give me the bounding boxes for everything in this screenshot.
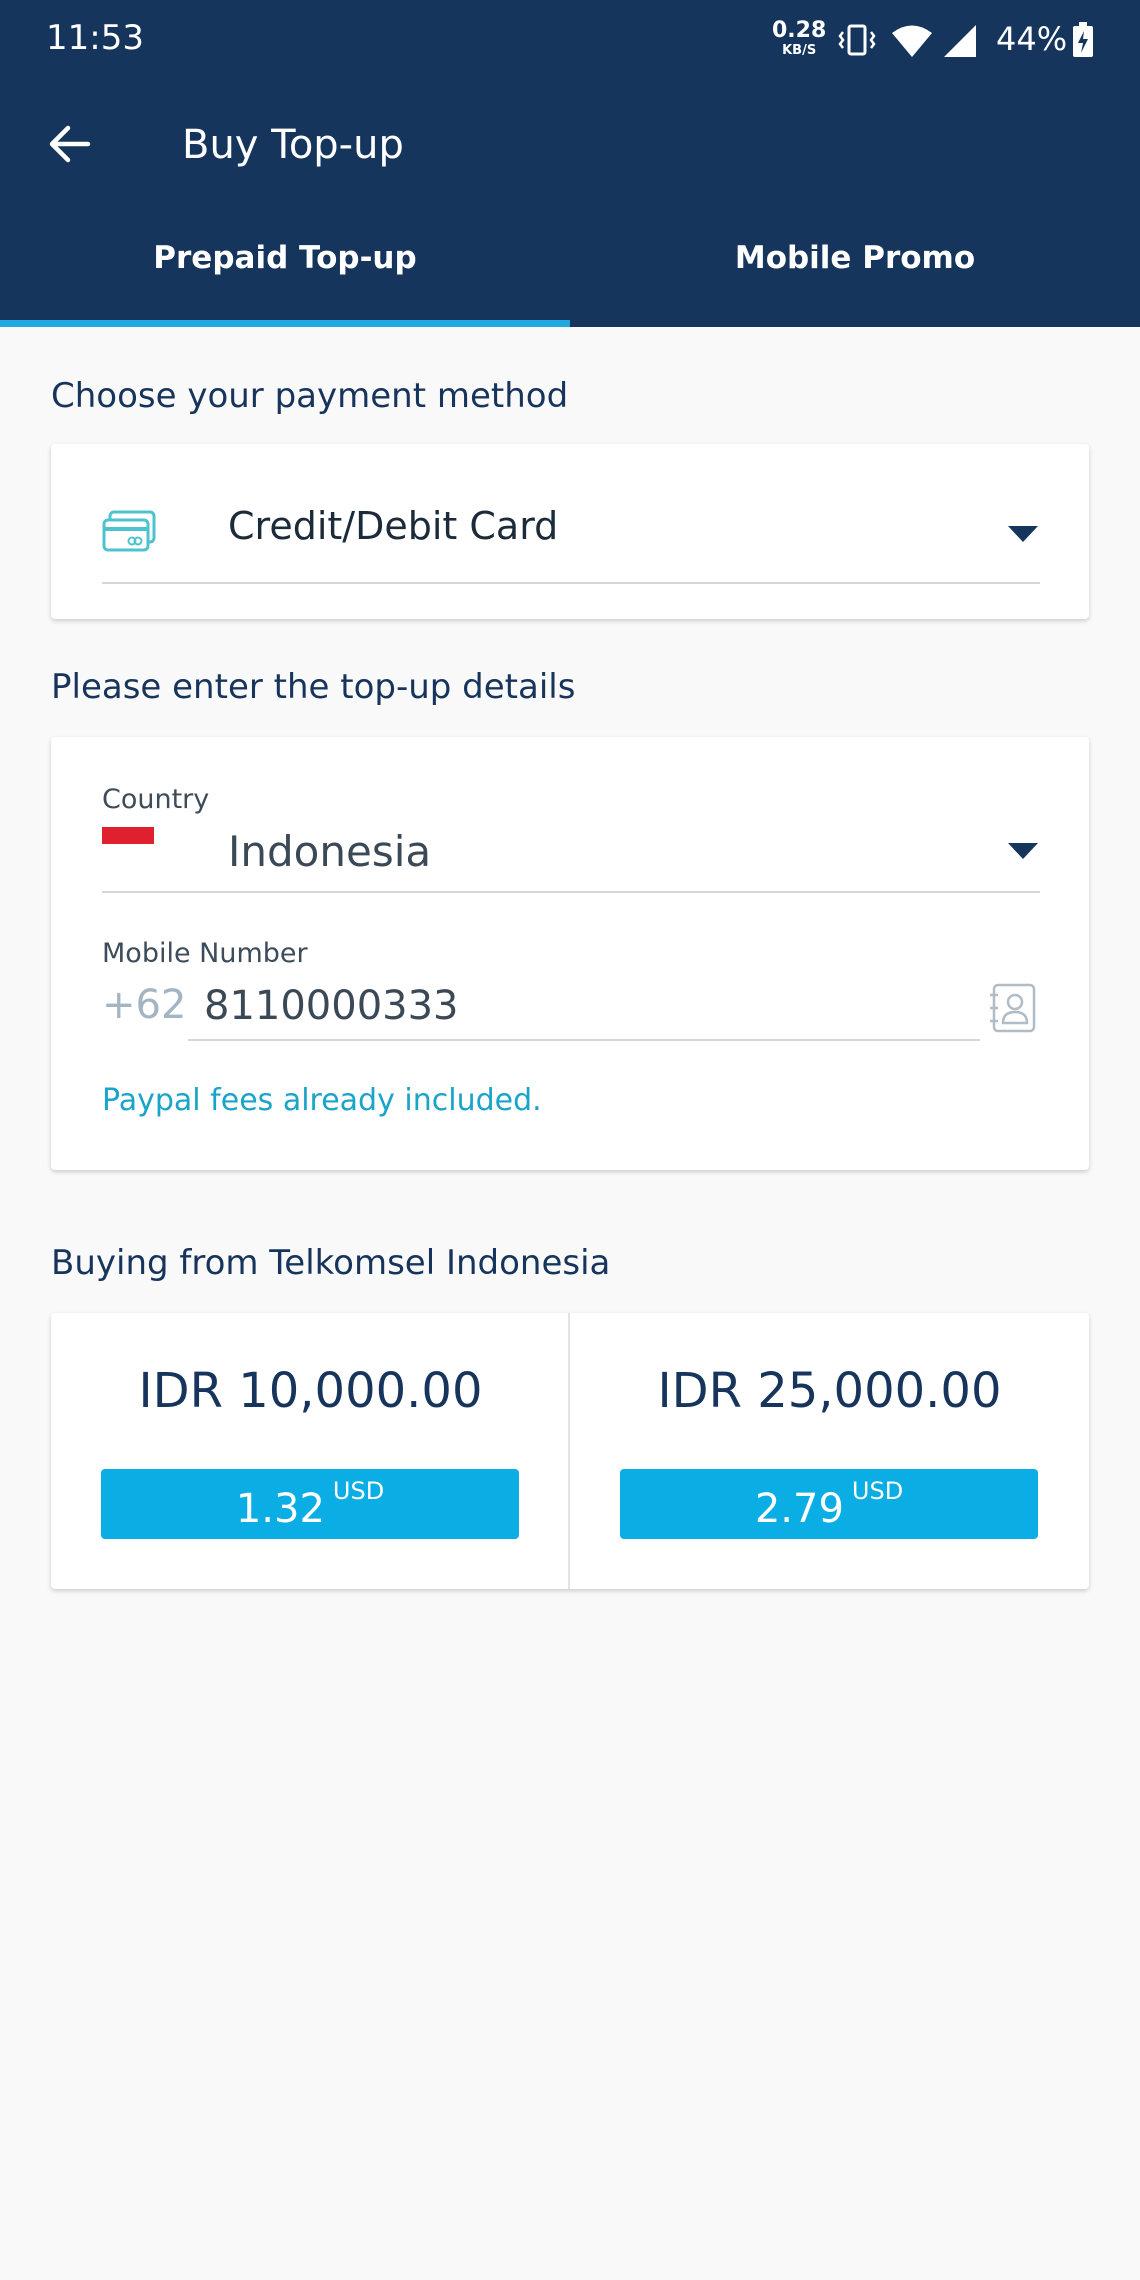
offer-amount: IDR 25,000.00 bbox=[657, 1363, 1002, 1419]
offer-item[interactable]: IDR 25,000.00 2.79 USD bbox=[570, 1313, 1089, 1589]
battery-percent: 44% bbox=[996, 20, 1068, 58]
payment-method-card: Credit/Debit Card bbox=[51, 444, 1089, 619]
price-value: 1.32 bbox=[235, 1485, 325, 1532]
back-button[interactable] bbox=[44, 118, 96, 170]
chevron-down-icon bbox=[1008, 526, 1038, 542]
payment-section-label: Choose your payment method bbox=[51, 376, 569, 416]
mobile-number-label: Mobile Number bbox=[102, 938, 308, 969]
status-time: 11:53 bbox=[46, 18, 144, 58]
payment-method-dropdown[interactable]: Credit/Debit Card bbox=[102, 504, 1040, 584]
app-bar: 11:53 0.28 KB/S 44% Buy Top-up Prepaid T… bbox=[0, 0, 1140, 327]
offers-card: IDR 10,000.00 1.32 USD IDR 25,000.00 2.79… bbox=[51, 1313, 1089, 1589]
chevron-down-icon bbox=[1008, 843, 1038, 859]
price-currency: USD bbox=[332, 1476, 385, 1505]
tab-mobile-promo[interactable]: Mobile Promo bbox=[570, 240, 1140, 276]
active-tab-indicator bbox=[0, 320, 570, 327]
details-section-label: Please enter the top-up details bbox=[51, 667, 576, 707]
indonesia-flag-icon bbox=[102, 827, 154, 861]
wifi-icon bbox=[892, 25, 932, 57]
country-code-prefix: +62 bbox=[102, 982, 187, 1028]
network-speed: 0.28 KB/S bbox=[772, 18, 827, 58]
network-speed-unit: KB/S bbox=[782, 43, 817, 58]
tab-prepaid-topup[interactable]: Prepaid Top-up bbox=[0, 240, 570, 276]
payment-method-value: Credit/Debit Card bbox=[228, 504, 559, 548]
tab-label: Mobile Promo bbox=[734, 240, 976, 276]
country-label: Country bbox=[102, 784, 210, 815]
mobile-number-input[interactable] bbox=[188, 973, 980, 1041]
price-value: 2.79 bbox=[754, 1485, 844, 1532]
contacts-book-icon[interactable] bbox=[989, 983, 1037, 1033]
country-dropdown[interactable]: Indonesia bbox=[102, 827, 1040, 893]
vibrate-icon bbox=[838, 24, 876, 56]
network-speed-value: 0.28 bbox=[772, 18, 827, 43]
tab-label: Prepaid Top-up bbox=[153, 240, 417, 276]
page-title: Buy Top-up bbox=[182, 122, 404, 168]
topup-details-card: Country Indonesia Mobile Number +62 Payp… bbox=[51, 737, 1089, 1170]
offers-section-label: Buying from Telkomsel Indonesia bbox=[51, 1243, 611, 1283]
buy-price-button[interactable]: 1.32 USD bbox=[101, 1469, 519, 1539]
credit-card-icon bbox=[102, 510, 156, 552]
fee-note: Paypal fees already included. bbox=[102, 1083, 542, 1118]
country-value: Indonesia bbox=[228, 827, 432, 876]
status-bar: 11:53 0.28 KB/S 44% bbox=[0, 0, 1140, 80]
price-currency: USD bbox=[851, 1476, 904, 1505]
battery-charging-icon bbox=[1073, 22, 1093, 57]
offer-amount: IDR 10,000.00 bbox=[138, 1363, 483, 1419]
offer-item[interactable]: IDR 10,000.00 1.32 USD bbox=[51, 1313, 570, 1589]
signal-icon bbox=[944, 25, 976, 57]
buy-price-button[interactable]: 2.79 USD bbox=[620, 1469, 1038, 1539]
